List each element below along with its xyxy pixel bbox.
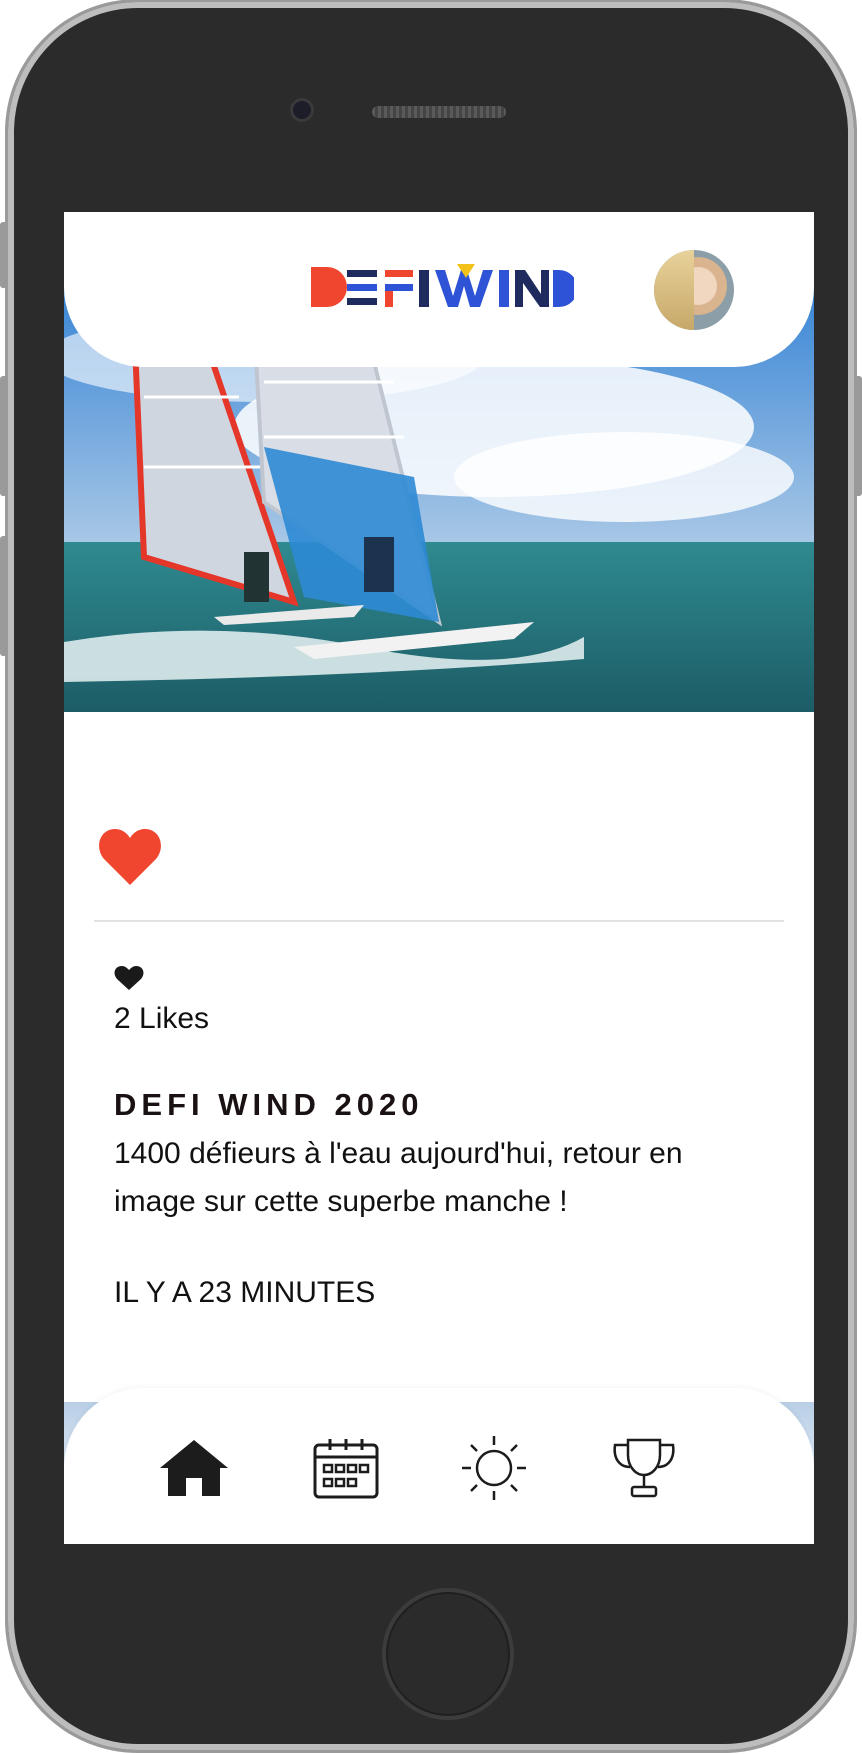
likes-count: 2 Likes bbox=[114, 1002, 210, 1035]
volume-up-button[interactable] bbox=[0, 376, 8, 496]
nav-weather[interactable] bbox=[454, 1428, 534, 1508]
earpiece-speaker bbox=[372, 106, 506, 118]
power-button[interactable] bbox=[854, 376, 862, 496]
post-title: DEFI WIND 2020 bbox=[114, 1087, 424, 1122]
calendar-icon bbox=[313, 1439, 379, 1499]
profile-avatar[interactable] bbox=[654, 250, 734, 330]
divider bbox=[94, 920, 784, 922]
nav-home[interactable] bbox=[154, 1428, 234, 1508]
mute-switch[interactable] bbox=[0, 222, 8, 288]
bottom-nav bbox=[64, 1388, 814, 1544]
phone-frame: 2 Likes DEFI WIND 2020 1400 défieurs à l… bbox=[8, 2, 854, 1750]
likes-heart-icon bbox=[114, 966, 144, 990]
heart-icon[interactable] bbox=[98, 827, 162, 887]
defiwind-logo[interactable] bbox=[309, 264, 574, 310]
app-screen: 2 Likes DEFI WIND 2020 1400 défieurs à l… bbox=[64, 212, 814, 1544]
nav-calendar[interactable] bbox=[306, 1428, 386, 1508]
post-timestamp: IL Y A 23 MINUTES bbox=[114, 1276, 376, 1309]
front-camera bbox=[290, 98, 314, 122]
trophy-icon bbox=[613, 1438, 675, 1498]
sun-icon bbox=[462, 1436, 526, 1500]
home-button[interactable] bbox=[382, 1588, 514, 1720]
home-icon bbox=[160, 1440, 228, 1496]
nav-trophy[interactable] bbox=[604, 1428, 684, 1508]
post-caption: 1400 défieurs à l'eau aujourd'hui, retou… bbox=[114, 1137, 683, 1218]
volume-down-button[interactable] bbox=[0, 536, 8, 656]
app-header bbox=[64, 212, 814, 367]
